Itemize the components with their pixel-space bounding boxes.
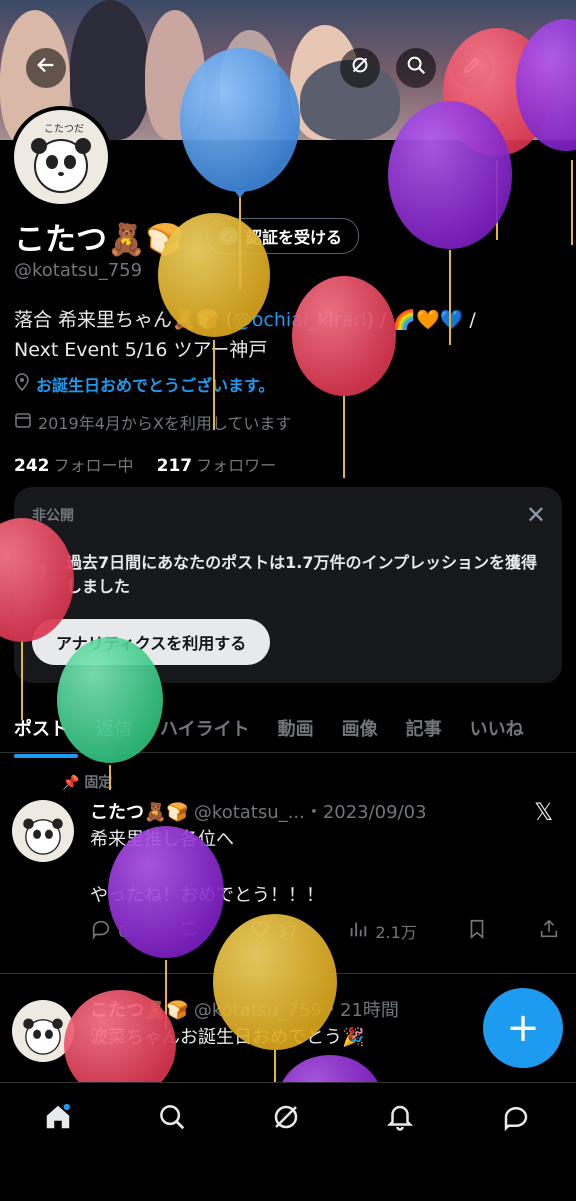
chat-bubble-icon	[501, 1102, 531, 1136]
home-icon	[43, 1102, 73, 1136]
balloon-green	[57, 637, 163, 790]
nav-search[interactable]	[152, 1099, 192, 1139]
grok-icon	[271, 1102, 301, 1136]
balloon-red	[292, 276, 396, 478]
compose-post-button[interactable]: +	[483, 988, 563, 1068]
search-icon	[157, 1102, 187, 1136]
balloon-yellow	[158, 213, 270, 430]
balloon-purple	[388, 101, 512, 345]
bottom-navigation	[0, 1082, 576, 1201]
nav-messages[interactable]	[496, 1099, 536, 1139]
nav-notifications[interactable]	[380, 1099, 420, 1139]
nav-home[interactable]	[38, 1099, 78, 1139]
nav-grok[interactable]	[266, 1099, 306, 1139]
bell-icon	[385, 1102, 415, 1136]
plus-icon: +	[506, 1005, 540, 1051]
